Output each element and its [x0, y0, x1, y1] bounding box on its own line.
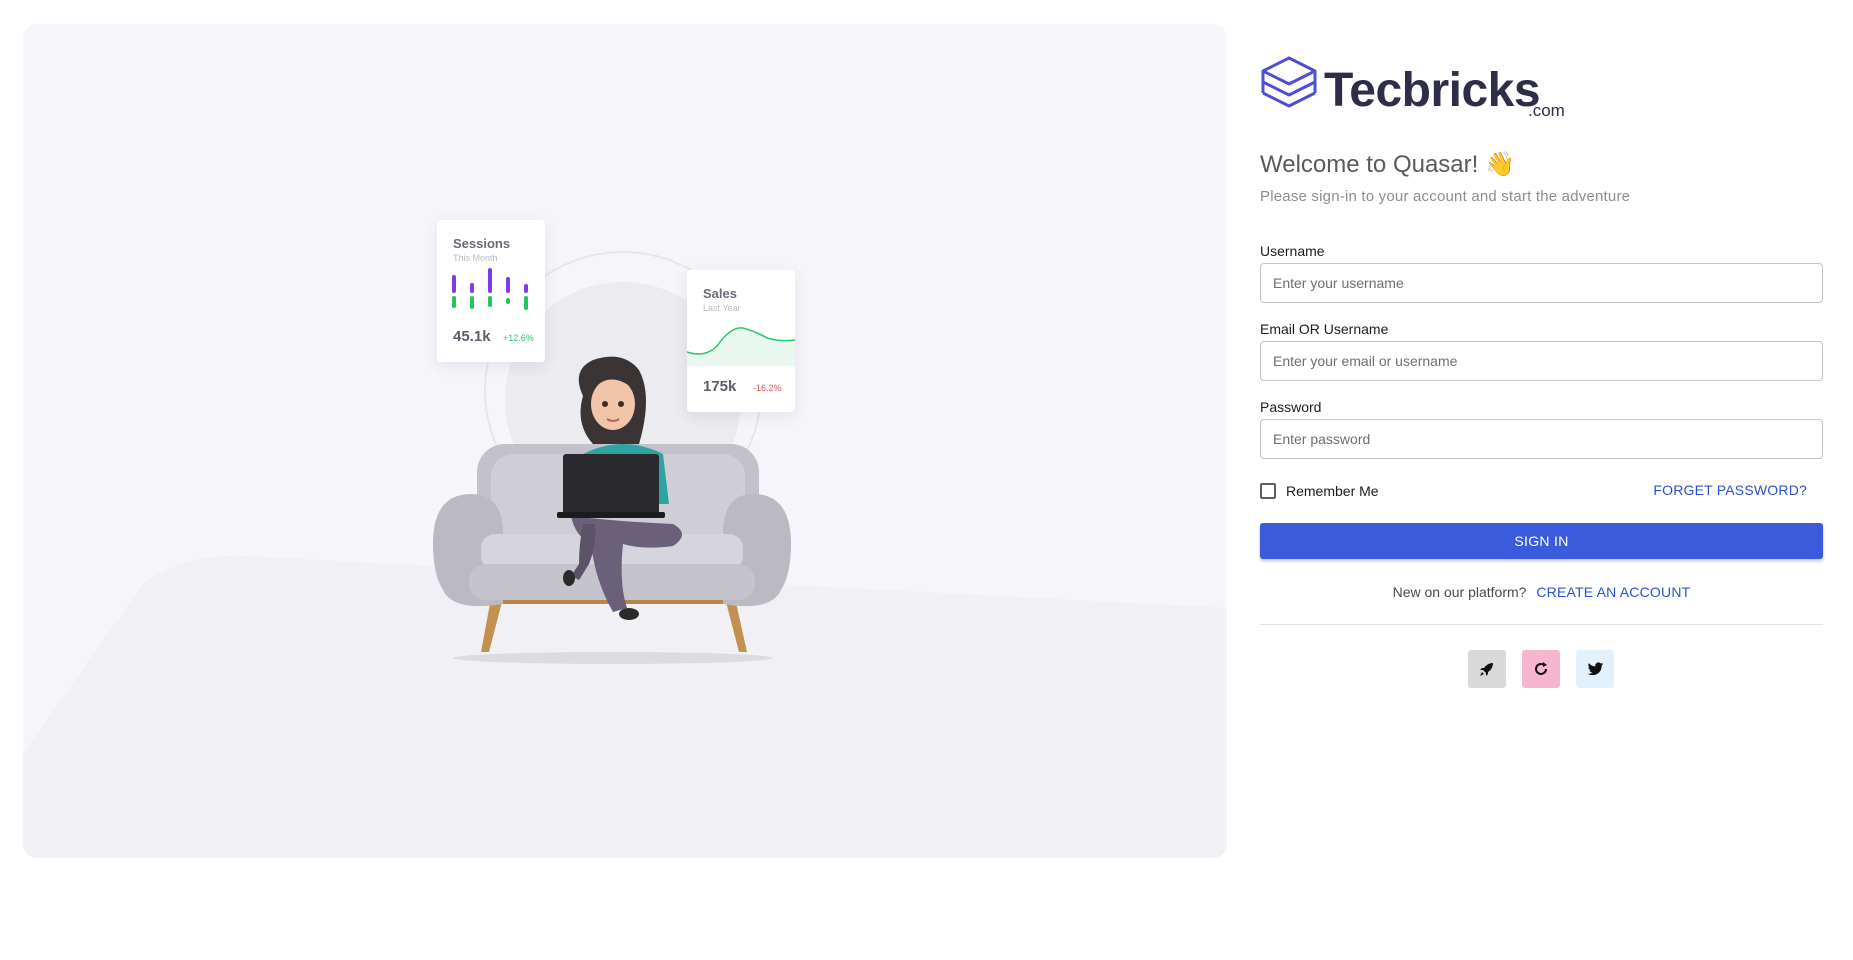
password-label: Password: [1260, 399, 1322, 415]
rocket-icon: [1480, 663, 1493, 676]
illustration-art: [433, 251, 791, 664]
sales-card-subtitle: Last Year: [703, 303, 741, 313]
email-label: Email OR Username: [1260, 321, 1389, 337]
brand-name: Tecbricks: [1324, 64, 1541, 117]
twitter-icon: [1587, 662, 1603, 675]
sessions-card-title: Sessions: [453, 236, 511, 251]
social-button-rocket[interactable]: [1468, 650, 1506, 688]
username-label: Username: [1260, 243, 1325, 259]
sales-card: Sales Last Year 175k -16.2%: [687, 270, 795, 412]
password-input[interactable]: [1260, 419, 1823, 459]
remember-me-label: Remember Me: [1286, 483, 1379, 499]
welcome-subtitle: Please sign-in to your account and start…: [1260, 188, 1631, 205]
social-button-refresh[interactable]: [1522, 650, 1560, 688]
remember-me-checkbox[interactable]: Remember Me: [1260, 479, 1379, 503]
stack-logo-icon: [1261, 56, 1317, 108]
welcome-title: Welcome to Quasar! 👋: [1260, 151, 1515, 178]
refresh-icon: [1535, 662, 1547, 675]
forgot-password-link[interactable]: FORGET PASSWORD?: [1653, 482, 1807, 498]
illustration-panel: Sessions This Month 45.1k +12.6% Sales L…: [23, 24, 1227, 858]
sessions-card: Sessions This Month 45.1k +12.6%: [437, 220, 545, 362]
social-button-twitter[interactable]: [1576, 650, 1614, 688]
brand-logo: Tecbricks .com: [1260, 55, 1580, 121]
signup-prompt-text: New on our platform?: [1392, 584, 1527, 600]
sign-in-button[interactable]: SIGN IN: [1260, 523, 1823, 559]
sessions-card-delta: +12.6%: [503, 333, 534, 343]
create-account-link[interactable]: CREATE AN ACCOUNT: [1536, 584, 1690, 600]
sales-card-delta: -16.2%: [753, 383, 782, 393]
divider: [1260, 624, 1823, 625]
email-input[interactable]: [1260, 341, 1823, 381]
sales-line: [687, 327, 795, 366]
sales-card-value: 175k: [703, 378, 737, 395]
checkbox-box[interactable]: [1260, 483, 1276, 499]
brand-tld: .com: [1528, 101, 1565, 120]
signup-prompt: New on our platform? CREATE AN ACCOUNT: [1260, 584, 1823, 600]
sessions-card-subtitle: This Month: [453, 253, 498, 263]
sessions-card-value: 45.1k: [453, 328, 491, 345]
username-input[interactable]: [1260, 263, 1823, 303]
sales-card-title: Sales: [703, 286, 737, 301]
sessions-bars: [452, 268, 528, 310]
